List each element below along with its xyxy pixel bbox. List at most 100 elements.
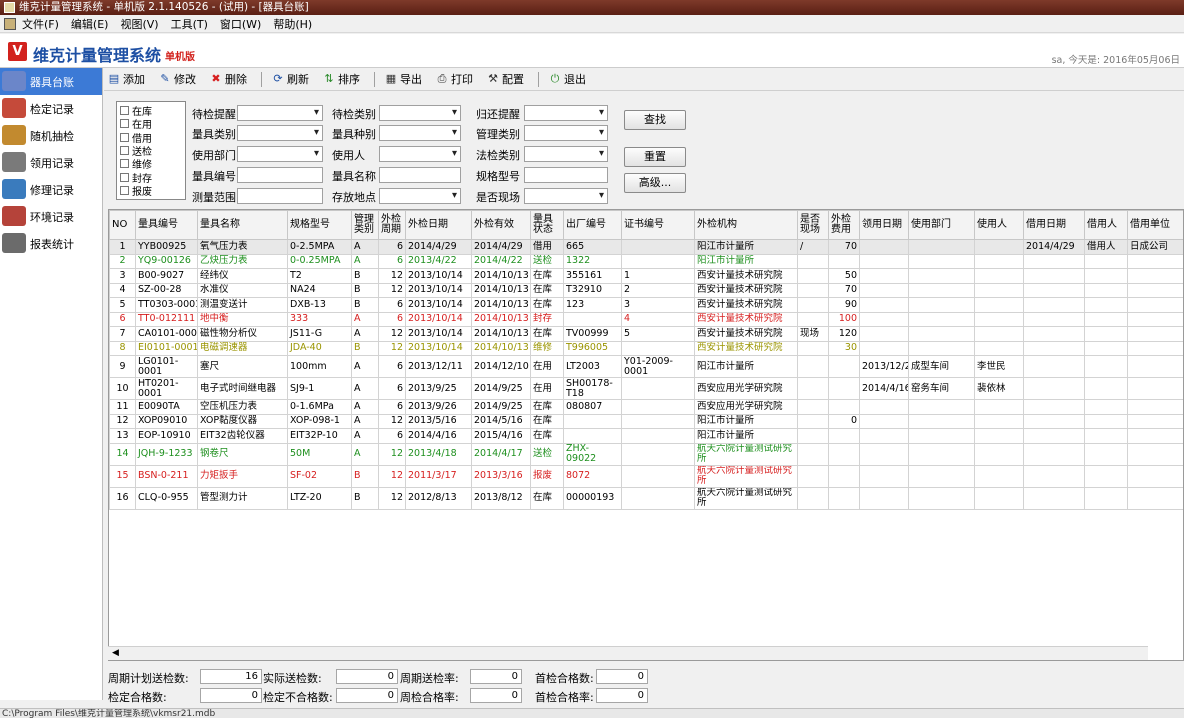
- checkbox-icon[interactable]: [120, 159, 129, 169]
- status-checkbox-6[interactable]: 报废: [120, 184, 182, 198]
- checkbox-icon[interactable]: [120, 132, 129, 142]
- column-header-6[interactable]: 外检日期: [405, 210, 472, 240]
- filter-select-2[interactable]: [524, 105, 608, 121]
- config-button[interactable]: ⚒ 配置: [487, 71, 524, 87]
- column-header-7[interactable]: 外检有效: [471, 210, 531, 240]
- checkbox-icon[interactable]: [120, 106, 129, 116]
- status-checkbox-1[interactable]: 在用: [120, 117, 182, 131]
- sidebar-item-0[interactable]: 器具台账: [0, 68, 102, 95]
- column-header-0[interactable]: NO: [109, 210, 136, 240]
- table-row[interactable]: 1 YYB00925 氧气压力表 0-2.5MPA A 6 2014/4/29 2014/4/…: [109, 239, 1183, 255]
- column-header-8[interactable]: 量具状态: [530, 210, 564, 240]
- filter-select-8[interactable]: [524, 146, 608, 162]
- column-header-14[interactable]: 领用日期: [859, 210, 909, 240]
- refresh-button[interactable]: ⟳ 刷新: [272, 71, 309, 87]
- document-menu-icon[interactable]: [4, 17, 16, 30]
- filter-input-11[interactable]: [524, 167, 608, 183]
- delete-button[interactable]: ✖ 删除: [210, 71, 247, 87]
- status-checkbox-5[interactable]: 封存: [120, 170, 182, 185]
- table-row[interactable]: 16 CLQ-0-955 管型测力计 LTZ-20 B 12 2012/8/13 2013/8…: [109, 486, 1183, 510]
- menu-tools[interactable]: 工具(T): [171, 16, 208, 32]
- column-header-12[interactable]: 是否现场: [797, 210, 829, 240]
- column-header-18[interactable]: 借用人: [1084, 210, 1128, 240]
- table-row[interactable]: 9 LG0101-0001 塞尺 100mm A 6 2013/12/11 2014/12/1…: [109, 355, 1183, 378]
- filter-select-14[interactable]: [524, 188, 608, 204]
- checkbox-icon[interactable]: [120, 172, 129, 182]
- menu-edit[interactable]: 编辑(E): [71, 16, 109, 32]
- table-row[interactable]: 8 EI0101-0001 电磁调速器 JDA-40 B 12 2013/10/14 2014…: [109, 340, 1183, 356]
- checkbox-icon[interactable]: [120, 185, 129, 195]
- column-header-5[interactable]: 外检周期: [378, 210, 406, 240]
- sidebar-item-2[interactable]: 随机抽检: [0, 122, 102, 149]
- column-header-19[interactable]: 借用单位: [1127, 210, 1183, 240]
- filter-select-13[interactable]: [379, 188, 461, 204]
- sort-button[interactable]: ⇅ 排序: [323, 71, 360, 87]
- table-row[interactable]: 10 HT0201-0001 电子式时间继电器 SJ9-1 A 6 2013/9/25 201…: [109, 377, 1183, 400]
- filter-select-1[interactable]: [379, 105, 461, 121]
- sidebar-item-6[interactable]: 报表统计: [0, 230, 102, 257]
- table-row[interactable]: 12 XOP09010 XOP黏度仪器 XOP-098-1 A 12 2013/5/16 20…: [109, 413, 1183, 429]
- column-header-3[interactable]: 规格型号: [287, 210, 352, 240]
- table-cell: [974, 239, 1024, 255]
- filter-select-6[interactable]: [237, 146, 323, 162]
- column-header-10[interactable]: 证书编号: [621, 210, 695, 240]
- table-row[interactable]: 15 BSN-0-211 力矩扳手 SF-02 B 12 2011/3/17 2013/3/1…: [109, 464, 1183, 488]
- column-header-1[interactable]: 量具编号: [135, 210, 198, 240]
- horizontal-scrollbar[interactable]: ◀: [108, 646, 1148, 660]
- status-checkbox-0[interactable]: 在库: [120, 104, 182, 118]
- table-row[interactable]: 13 EOP-10910 EIT32齿轮仪器 EIT32P-10 A 6 2014/4/16…: [109, 428, 1183, 444]
- column-header-16[interactable]: 使用人: [974, 210, 1024, 240]
- status-checkbox-3[interactable]: 送检: [120, 144, 182, 158]
- filter-select-7[interactable]: [379, 146, 461, 162]
- sidebar-item-5[interactable]: 环境记录: [0, 203, 102, 230]
- table-row[interactable]: 14 JQH-9-1233 钢卷尺 50M A 12 2013/4/18 2014/4/17 送…: [109, 442, 1183, 466]
- table-row[interactable]: 5 TT0303-0001 测温变送计 DXB-13 B 6 2013/10/14 2014/…: [109, 297, 1183, 313]
- table-row[interactable]: 2 YQ9-00126 乙炔压力表 0-0.25MPA A 6 2013/4/22 2014/…: [109, 253, 1183, 269]
- search-button[interactable]: 查找: [624, 110, 686, 130]
- filter-select-4[interactable]: [379, 125, 461, 141]
- add-button[interactable]: ▤ 添加: [108, 71, 145, 87]
- filter-select-0[interactable]: [237, 105, 323, 121]
- menu-window[interactable]: 窗口(W): [220, 16, 261, 32]
- filter-input-12[interactable]: [237, 188, 323, 204]
- column-header-15[interactable]: 使用部门: [908, 210, 975, 240]
- menu-help[interactable]: 帮助(H): [273, 16, 312, 32]
- table-row[interactable]: 11 E0090TA 空压机压力表 0-1.6MPa A 6 2013/9/26 2014/9…: [109, 399, 1183, 415]
- checkbox-icon[interactable]: [120, 146, 129, 156]
- status-checkbox-4[interactable]: 维修: [120, 157, 182, 171]
- sidebar-item-3[interactable]: 领用记录: [0, 149, 102, 176]
- column-header-11[interactable]: 外检机构: [694, 210, 798, 240]
- checkbox-icon[interactable]: [120, 119, 129, 129]
- column-header-17[interactable]: 借用日期: [1023, 210, 1085, 240]
- menu-view[interactable]: 视图(V): [120, 16, 158, 32]
- column-header-4[interactable]: 管理类别: [351, 210, 379, 240]
- filter-input-10[interactable]: [379, 167, 461, 183]
- scroll-left-arrow-icon[interactable]: ◀: [110, 648, 121, 659]
- column-header-2[interactable]: 量具名称: [197, 210, 288, 240]
- filter-input-9[interactable]: [237, 167, 323, 183]
- table-cell: [1084, 268, 1128, 284]
- table-row[interactable]: 7 CA0101-0001 磁性物分析仪 JS11-G A 12 2013/10/14 201…: [109, 326, 1183, 342]
- table-cell: [859, 268, 909, 284]
- column-header-13[interactable]: 外检费用: [828, 210, 860, 240]
- advanced-button[interactable]: 高级...: [624, 173, 686, 193]
- table-row[interactable]: 3 B00-9027 经纬仪 T2 B 12 2013/10/14 2014/10/13 在库 3…: [109, 268, 1183, 284]
- table-cell: 管型测力计: [197, 486, 288, 510]
- table-cell: 电磁调速器: [197, 340, 288, 356]
- exit-button[interactable]: ⏻ 退出: [549, 71, 586, 87]
- window-title-bar: 维克计量管理系统 - 单机版 2.1.140526 - (试用) - [器具台账…: [0, 0, 1184, 15]
- table-row[interactable]: 4 SZ-00-28 水准仪 NA24 B 12 2013/10/14 2014/10/13 在…: [109, 282, 1183, 298]
- edit-button[interactable]: ✎ 修改: [159, 71, 196, 87]
- status-checkbox-2[interactable]: 借用: [120, 131, 182, 145]
- table-cell: [1127, 399, 1183, 415]
- export-button[interactable]: ▦ 导出: [385, 71, 422, 87]
- filter-select-3[interactable]: [237, 125, 323, 141]
- column-header-9[interactable]: 出厂编号: [563, 210, 622, 240]
- sidebar-item-1[interactable]: 检定记录: [0, 95, 102, 122]
- table-row[interactable]: 6 TT0-012111 地中衡 333 A 6 2013/10/14 2014/10/13 封…: [109, 311, 1183, 327]
- sidebar-item-4[interactable]: 修理记录: [0, 176, 102, 203]
- reset-button[interactable]: 重置: [624, 147, 686, 167]
- filter-select-5[interactable]: [524, 125, 608, 141]
- print-button[interactable]: ⎙ 打印: [436, 71, 473, 87]
- menu-file[interactable]: 文件(F): [22, 16, 59, 32]
